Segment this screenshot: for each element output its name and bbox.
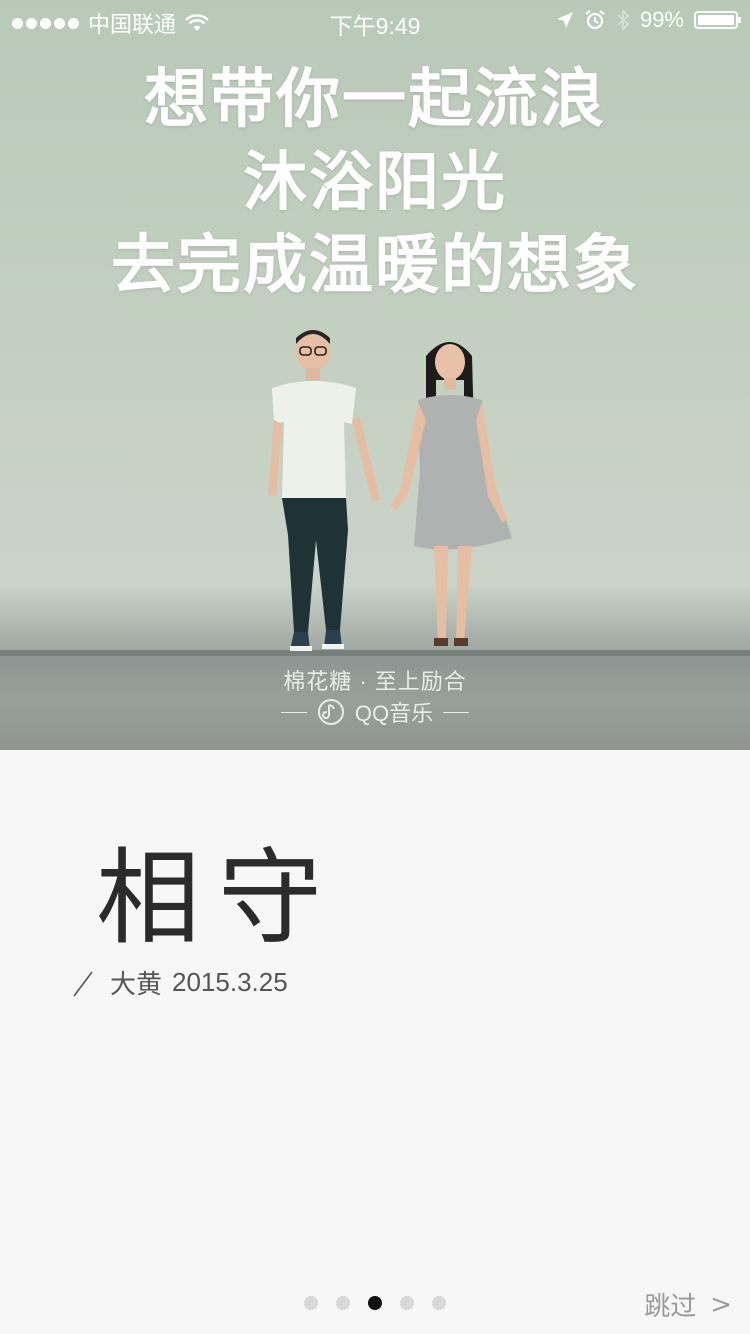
- man-figure: [268, 330, 380, 651]
- bluetooth-icon: [617, 9, 630, 31]
- lyric-line: 沐浴阳光: [243, 145, 507, 220]
- hero-image: 想带你一起流浪 沐浴阳光 去完成温暖的想象 棉花糖 · 至上励合 QQ音乐: [0, 0, 750, 750]
- divider: [280, 711, 307, 713]
- battery-icon: [694, 11, 741, 29]
- lyric-line: 去完成温暖的想象: [111, 228, 639, 303]
- song-credit: 棉花糖 · 至上励合: [283, 669, 467, 694]
- page-dot[interactable]: [336, 1296, 350, 1310]
- qq-music-logo-icon: [317, 699, 344, 725]
- page-indicator: [0, 1296, 750, 1310]
- alarm-clock-icon: [585, 10, 605, 30]
- status-bar: 中国联通 下午9:49 99%: [0, 0, 750, 40]
- battery-fill: [698, 15, 734, 25]
- hero-lyrics: 想带你一起流浪 沐浴阳光 去完成温暖的想象: [0, 58, 750, 307]
- chevron-right-icon: >: [710, 1289, 732, 1320]
- article-author: 大黄: [110, 969, 163, 999]
- brand-row: QQ音乐: [0, 696, 750, 728]
- article-date: 2015.3.25: [172, 967, 288, 997]
- brand-name: QQ音乐: [354, 701, 434, 726]
- page-dot[interactable]: [304, 1296, 318, 1310]
- slash-decoration-icon: [73, 971, 93, 996]
- battery-percent: 99%: [639, 7, 684, 32]
- article-meta: 大黄 2015.3.25: [70, 964, 288, 1001]
- article-title: 相守: [96, 837, 341, 959]
- woman-figure: [390, 342, 512, 646]
- skip-button[interactable]: 跳过 >: [644, 1286, 732, 1323]
- divider: [443, 711, 470, 713]
- couple-illustration: [268, 330, 512, 651]
- page-dot-active[interactable]: [368, 1296, 382, 1310]
- page-dot[interactable]: [432, 1296, 446, 1310]
- location-arrow-icon: [556, 12, 573, 28]
- status-right: 99%: [556, 7, 741, 33]
- page-dot[interactable]: [400, 1296, 414, 1310]
- lyric-line: 想带你一起流浪: [144, 62, 606, 137]
- skip-label: 跳过: [644, 1292, 697, 1322]
